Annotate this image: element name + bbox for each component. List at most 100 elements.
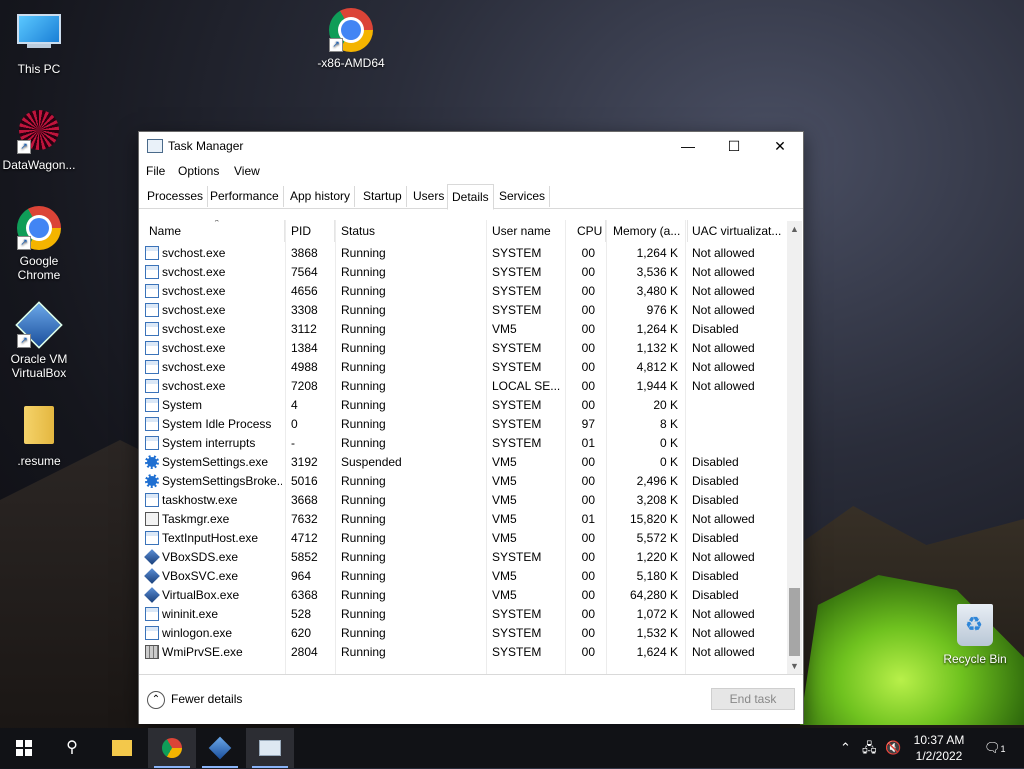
- table-row[interactable]: Taskmgr.exe 7632 Running VM5 01 15,820 K Not a…: [139, 510, 787, 529]
- cell-mem: 0 K: [659, 436, 678, 450]
- column-pid[interactable]: PID: [287, 220, 335, 242]
- table-row[interactable]: svchost.exe 3112 Running VM5 00 1,264 K Disabl…: [139, 320, 787, 339]
- tab-users[interactable]: Users: [409, 186, 450, 207]
- cell-user: SYSTEM: [492, 607, 542, 621]
- table-row[interactable]: System Idle Process 0 Running SYSTEM 97 8 K: [139, 415, 787, 434]
- table-row[interactable]: VBoxSVC.exe 964 Running VM5 00 5,180 K Disable…: [139, 567, 787, 586]
- table-row[interactable]: SystemSettings.exe 3192 Suspended VM5 00 0 K D…: [139, 453, 787, 472]
- desktop-icon-this-pc[interactable]: This PC: [0, 10, 78, 76]
- menu-options[interactable]: Options: [178, 164, 219, 178]
- tab-performance[interactable]: Performance: [206, 186, 284, 207]
- cell-status: Running: [341, 626, 386, 640]
- menu-view[interactable]: View: [234, 164, 260, 178]
- tab-app-history[interactable]: App history: [286, 186, 356, 207]
- cell-uac: Not allowed: [692, 550, 755, 564]
- cell-mem: 8 K: [659, 417, 678, 431]
- table-row[interactable]: SystemSettingsBroke... 5016 Running VM5 00 2,…: [139, 472, 787, 491]
- table-row[interactable]: System interrupts - Running SYSTEM 01 0 K: [139, 434, 787, 453]
- notification-center-button[interactable]: 🗨1: [984, 728, 1006, 768]
- cell-name: System: [162, 398, 203, 412]
- cell-uac: Disabled: [692, 569, 739, 583]
- taskbar-chrome[interactable]: [148, 728, 196, 768]
- cell-cpu: 00: [581, 303, 595, 317]
- cell-pid: 7564: [291, 265, 318, 279]
- table-row[interactable]: System 4 Running SYSTEM 00 20 K: [139, 396, 787, 415]
- process-svc-icon: [145, 607, 159, 621]
- scroll-up-icon[interactable]: ▲: [787, 221, 802, 237]
- process-task-icon: [145, 512, 159, 526]
- process-svc-icon: [145, 303, 159, 317]
- menu-file[interactable]: File: [146, 164, 165, 178]
- network-icon[interactable]: 🖧: [862, 728, 877, 768]
- table-row[interactable]: svchost.exe 3868 Running SYSTEM 00 1,264 K Not…: [139, 244, 787, 263]
- process-svc-icon: [145, 626, 159, 640]
- taskbar-virtualbox[interactable]: [196, 728, 244, 768]
- search-button[interactable]: ⚲: [48, 728, 96, 768]
- tab-details[interactable]: Details: [447, 184, 494, 210]
- column-memory[interactable]: Memory (a...: [609, 220, 688, 242]
- desktop-icon-recycle-bin[interactable]: Recycle Bin: [936, 604, 1014, 666]
- fewer-details-button[interactable]: ⌃ Fewer details: [147, 691, 242, 709]
- cell-pid: 7632: [291, 512, 318, 526]
- column-user-name[interactable]: User name: [488, 220, 566, 242]
- column-cpu[interactable]: CPU: [573, 220, 606, 242]
- maximize-button[interactable]: ☐: [711, 132, 757, 160]
- volume-muted-icon[interactable]: 🔇: [885, 728, 901, 768]
- table-row[interactable]: winlogon.exe 620 Running SYSTEM 00 1,532 K Not…: [139, 624, 787, 643]
- table-row[interactable]: taskhostw.exe 3668 Running VM5 00 3,208 K Disa…: [139, 491, 787, 510]
- column-status[interactable]: Status: [337, 220, 487, 242]
- tab-startup[interactable]: Startup: [359, 186, 407, 207]
- show-hidden-icons[interactable]: ⌃: [840, 728, 851, 768]
- desktop-icon-virtualbox[interactable]: ↗ Oracle VM VirtualBox: [0, 301, 78, 380]
- menu-bar: File Options View: [139, 160, 803, 182]
- table-row[interactable]: svchost.exe 3308 Running SYSTEM 00 976 K Not a…: [139, 301, 787, 320]
- table-row[interactable]: svchost.exe 1384 Running SYSTEM 00 1,132 K Not…: [139, 339, 787, 358]
- close-button[interactable]: ✕: [757, 132, 803, 160]
- minimize-button[interactable]: —: [665, 132, 711, 160]
- process-svc-icon: [145, 360, 159, 374]
- desktop-icon-google-chrome[interactable]: ↗ Google Chrome: [0, 206, 78, 282]
- cell-cpu: 00: [581, 246, 595, 260]
- desktop-icon-resume[interactable]: .resume: [0, 406, 78, 468]
- table-row[interactable]: svchost.exe 4656 Running SYSTEM 00 3,480 K Not…: [139, 282, 787, 301]
- process-svc-icon: [145, 265, 159, 279]
- desktop-icon-x86-amd64[interactable]: ↗ -x86-AMD64: [312, 8, 390, 70]
- end-task-button[interactable]: End task: [711, 688, 795, 710]
- table-row[interactable]: svchost.exe 4988 Running SYSTEM 00 4,812 K Not…: [139, 358, 787, 377]
- cell-user: VM5: [492, 569, 517, 583]
- cell-mem: 1,132 K: [636, 341, 678, 355]
- table-row[interactable]: WmiPrvSE.exe 2804 Running SYSTEM 00 1,624 K No…: [139, 643, 787, 662]
- file-explorer-button[interactable]: [98, 728, 146, 768]
- cell-mem: 1,532 K: [636, 626, 678, 640]
- column-name[interactable]: ⌃ Name: [145, 220, 285, 242]
- table-row[interactable]: svchost.exe 7564 Running SYSTEM 00 3,536 K Not…: [139, 263, 787, 282]
- scroll-down-icon[interactable]: ▼: [787, 658, 802, 674]
- table-row[interactable]: svchost.exe 7208 Running LOCAL SE... 00 1,944…: [139, 377, 787, 396]
- cell-mem: 3,480 K: [636, 284, 678, 298]
- tab-processes[interactable]: Processes: [143, 186, 209, 207]
- cell-uac: Not allowed: [692, 645, 755, 659]
- start-button[interactable]: [0, 728, 48, 768]
- cell-pid: 2804: [291, 645, 318, 659]
- cell-pid: 5016: [291, 474, 318, 488]
- clock[interactable]: 10:37 AM 1/2/2022: [904, 732, 974, 764]
- scroll-thumb[interactable]: [789, 588, 800, 656]
- notification-icon: 🗨: [984, 740, 1001, 755]
- table-row[interactable]: TextInputHost.exe 4712 Running VM5 00 5,572 K…: [139, 529, 787, 548]
- cell-status: Running: [341, 360, 386, 374]
- cell-cpu: 97: [581, 417, 595, 431]
- desktop-icon-datawagon[interactable]: ↗ DataWagon...: [0, 110, 78, 172]
- table-row[interactable]: VirtualBox.exe 6368 Running VM5 00 64,280 K Di…: [139, 586, 787, 605]
- table-row[interactable]: wininit.exe 528 Running SYSTEM 00 1,072 K Not …: [139, 605, 787, 624]
- cell-pid: 4656: [291, 284, 318, 298]
- cell-uac: [692, 415, 784, 434]
- cell-pid: 620: [291, 626, 312, 640]
- vertical-scrollbar[interactable]: ▲ ▼: [787, 221, 802, 674]
- column-uac[interactable]: UAC virtualizat...: [688, 220, 787, 242]
- cell-user: SYSTEM: [492, 265, 542, 279]
- tab-services[interactable]: Services: [495, 186, 551, 207]
- taskbar-task-manager[interactable]: [246, 728, 294, 768]
- table-row[interactable]: VBoxSDS.exe 5852 Running SYSTEM 00 1,220 K Not…: [139, 548, 787, 567]
- file-explorer-icon: [112, 739, 132, 756]
- title-bar[interactable]: Task Manager — ☐ ✕: [139, 132, 803, 160]
